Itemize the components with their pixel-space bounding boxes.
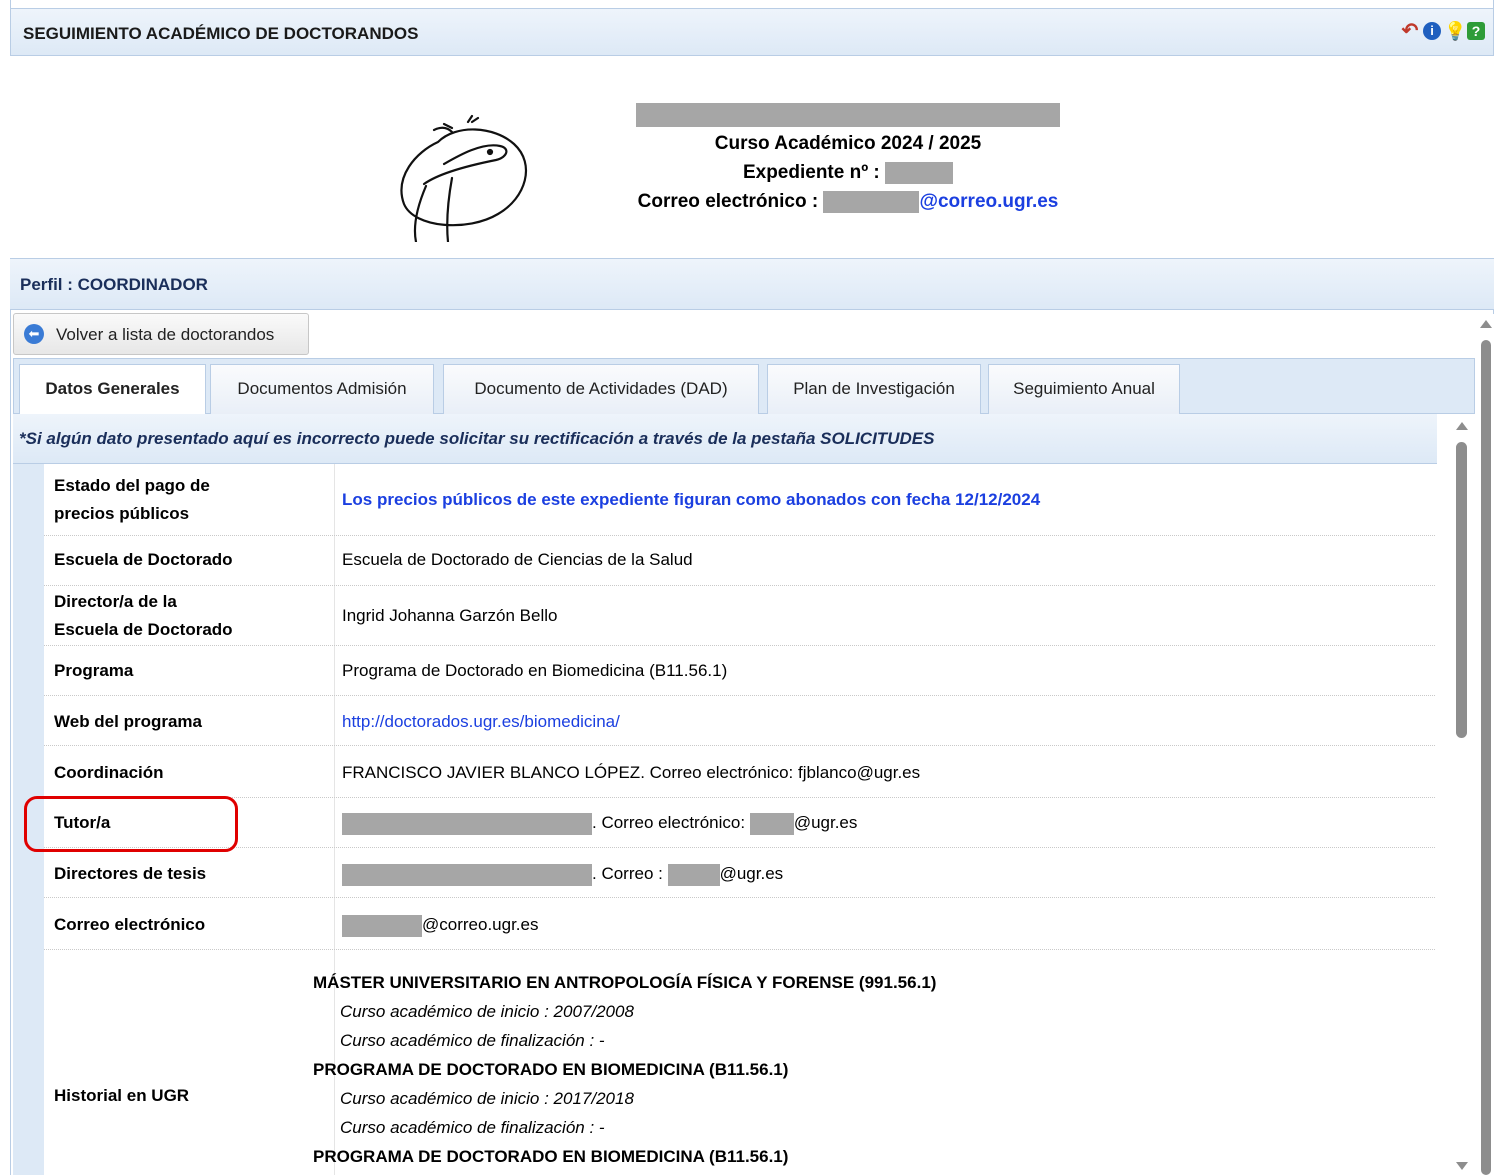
- row-value: Escuela de Doctorado de Ciencias de la S…: [342, 550, 693, 569]
- scroll-down-arrow-icon[interactable]: [1456, 1162, 1468, 1170]
- student-header: Curso Académico 2024 / 2025 Expediente n…: [10, 56, 1494, 258]
- row-estado-pago: Estado del pago de precios públicos Los p…: [44, 464, 1435, 536]
- historial-fin: Curso académico de finalización : -: [340, 1031, 605, 1050]
- row-key: Correo electrónico: [54, 915, 206, 934]
- student-photo-drawing: [400, 114, 528, 242]
- program-web-link[interactable]: http://doctorados.ugr.es/biomedicina/: [342, 708, 620, 736]
- payment-status-value: Los precios públicos de este expediente …: [342, 490, 1041, 509]
- redacted-director-name: [342, 863, 592, 886]
- email-line: Correo electrónico : @correo.ugr.es: [637, 190, 1059, 213]
- profile-bar: Perfil : COORDINADOR: [10, 258, 1494, 310]
- notice-text: *Si algún dato presentado aquí es incorr…: [19, 429, 935, 448]
- email-domain-link[interactable]: @correo.ugr.es: [919, 191, 1058, 212]
- redacted-expediente: [885, 161, 954, 184]
- outer-scroll-thumb[interactable]: [1481, 340, 1491, 1175]
- back-arrow-icon: ⬅: [24, 324, 44, 344]
- inner-scrollbar[interactable]: [1452, 414, 1472, 1175]
- historial-inicio: Curso académico de inicio : 2007/2008: [340, 1002, 634, 1021]
- redacted-email-user: [823, 190, 920, 213]
- scroll-up-arrow-icon[interactable]: [1456, 422, 1468, 430]
- row-web-programa: Web del programa http://doctorados.ugr.e…: [44, 696, 1435, 746]
- historial-program: PROGRAMA DE DOCTORADO EN BIOMEDICINA (B1…: [313, 1147, 789, 1166]
- row-coordinacion: Coordinación FRANCISCO JAVIER BLANCO LÓP…: [44, 746, 1435, 798]
- historial-list: MÁSTER UNIVERSITARIO EN ANTROPOLOGÍA FÍS…: [313, 968, 936, 1171]
- window-title: SEGUIMIENTO ACADÉMICO DE DOCTORANDOS: [23, 24, 419, 43]
- row-correo: Correo electrónico @correo.ugr.es: [44, 898, 1435, 950]
- row-key: Programa: [54, 661, 134, 680]
- redacted-director-email: [667, 863, 720, 886]
- row-key: Estado del pago de precios públicos: [54, 476, 210, 523]
- row-director-escuela: Director/a de la Escuela de Doctorado Ing…: [44, 586, 1435, 646]
- student-info: Curso Académico 2024 / 2025 Expediente n…: [610, 100, 1086, 216]
- row-escuela: Escuela de Doctorado Escuela de Doctorad…: [44, 536, 1435, 586]
- historial-fin: Curso académico de finalización : -: [340, 1118, 605, 1137]
- info-icon[interactable]: i: [1423, 22, 1441, 40]
- row-programa: Programa Programa de Doctorado en Biomed…: [44, 646, 1435, 696]
- row-key: Web del programa: [54, 712, 202, 731]
- redacted-tutor-email: [749, 812, 794, 835]
- row-value: Ingrid Johanna Garzón Bello: [342, 606, 558, 625]
- help-icon[interactable]: ?: [1467, 22, 1485, 40]
- tab-documentos-admision[interactable]: Documentos Admisión: [210, 364, 434, 414]
- toolbar-icons: ↶ i 💡 ?: [1400, 21, 1485, 41]
- row-key: Director/a de la Escuela de Doctorado: [54, 592, 233, 639]
- row-key: Coordinación: [54, 763, 164, 782]
- back-to-list-label: Volver a lista de doctorandos: [56, 325, 275, 344]
- outer-scrollbar[interactable]: [1476, 314, 1496, 1175]
- window-titlebar: SEGUIMIENTO ACADÉMICO DE DOCTORANDOS ↶ i…: [10, 8, 1494, 56]
- row-key: Historial en UGR: [54, 1086, 190, 1105]
- inner-scroll-thumb[interactable]: [1456, 442, 1467, 738]
- redacted-tutor-name: [342, 812, 592, 835]
- row-value: . Correo : @ugr.es: [342, 860, 783, 888]
- expediente-line: Expediente nº :: [610, 158, 1086, 187]
- row-directores-tesis: Directores de tesis . Correo : @ugr.es: [44, 848, 1435, 898]
- row-value: . Correo electrónico: @ugr.es: [342, 809, 857, 837]
- row-key: Directores de tesis: [54, 864, 207, 883]
- redacted-student-email: [342, 914, 422, 937]
- tab-bar: Datos Generales Documentos Admisión Docu…: [13, 358, 1475, 415]
- tab-plan-investigacion[interactable]: Plan de Investigación: [767, 364, 981, 414]
- tutor-highlight-box: [24, 796, 238, 852]
- historial-program: PROGRAMA DE DOCTORADO EN BIOMEDICINA (B1…: [313, 1060, 789, 1079]
- row-value: @correo.ugr.es: [342, 911, 538, 939]
- row-tutor: Tutor/a . Correo electrónico: @ugr.es: [44, 798, 1435, 848]
- tab-documento-actividades[interactable]: Documento de Actividades (DAD): [443, 364, 759, 414]
- back-to-list-button[interactable]: ⬅ Volver a lista de doctorandos: [13, 313, 309, 355]
- course-label: Curso Académico 2024 / 2025: [714, 133, 982, 154]
- row-value: Programa de Doctorado en Biomedicina (B1…: [342, 661, 728, 680]
- notice-bar: *Si algún dato presentado aquí es incorr…: [13, 414, 1437, 464]
- tab-datos-generales[interactable]: Datos Generales: [19, 364, 206, 415]
- historial-program: MÁSTER UNIVERSITARIO EN ANTROPOLOGÍA FÍS…: [313, 973, 937, 992]
- redacted-student-name: [636, 102, 1060, 127]
- row-key: Escuela de Doctorado: [54, 550, 233, 569]
- back-icon[interactable]: ↶: [1400, 21, 1420, 41]
- tab-seguimiento-anual[interactable]: Seguimiento Anual: [988, 364, 1180, 414]
- profile-label: Perfil : COORDINADOR: [20, 275, 208, 294]
- scroll-up-arrow-icon[interactable]: [1480, 320, 1492, 328]
- bulb-icon[interactable]: 💡: [1444, 21, 1466, 41]
- row-value: FRANCISCO JAVIER BLANCO LÓPEZ. Correo el…: [342, 763, 921, 782]
- historial-inicio: Curso académico de inicio : 2017/2018: [340, 1089, 634, 1108]
